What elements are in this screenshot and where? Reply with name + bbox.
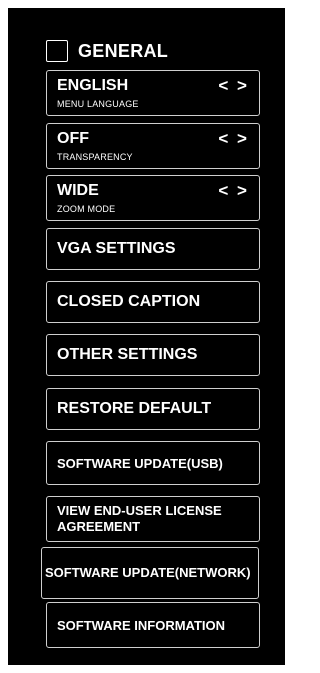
transparency-value: OFF bbox=[57, 130, 89, 147]
menu-language-selector[interactable]: ENGLISH MENU LANGUAGE < > bbox=[46, 70, 260, 116]
zoom-mode-label: ZOOM MODE bbox=[57, 204, 116, 214]
transparency-selector[interactable]: OFF TRANSPARENCY < > bbox=[46, 123, 260, 169]
zoom-mode-value: WIDE bbox=[57, 182, 99, 199]
software-update-usb-button[interactable]: SOFTWARE UPDATE(USB) bbox=[46, 441, 260, 485]
transparency-arrows-icon[interactable]: < > bbox=[218, 129, 249, 149]
transparency-label: TRANSPARENCY bbox=[57, 152, 133, 162]
zoom-mode-selector[interactable]: WIDE ZOOM MODE < > bbox=[46, 175, 260, 221]
other-settings-button[interactable]: OTHER SETTINGS bbox=[46, 334, 260, 376]
zoom-mode-arrows-icon[interactable]: < > bbox=[218, 181, 249, 201]
restore-default-button[interactable]: RESTORE DEFAULT bbox=[46, 388, 260, 430]
software-information-button[interactable]: SOFTWARE INFORMATION bbox=[46, 602, 260, 648]
general-title: GENERAL bbox=[78, 40, 169, 61]
software-update-network-button[interactable]: SOFTWARE UPDATE(NETWORK) bbox=[41, 547, 259, 599]
vga-settings-button[interactable]: VGA SETTINGS bbox=[46, 228, 260, 270]
closed-caption-button[interactable]: CLOSED CAPTION bbox=[46, 281, 260, 323]
general-checkbox[interactable] bbox=[46, 40, 68, 62]
menu-language-value: ENGLISH bbox=[57, 77, 129, 94]
view-eula-button[interactable]: VIEW END-USER LICENSE AGREEMENT bbox=[46, 496, 260, 542]
settings-panel: GENERAL ENGLISH MENU LANGUAGE < > OFF TR… bbox=[8, 8, 285, 665]
menu-language-arrows-icon[interactable]: < > bbox=[218, 76, 249, 96]
general-header: GENERAL bbox=[46, 34, 246, 68]
menu-language-label: MENU LANGUAGE bbox=[57, 99, 139, 109]
